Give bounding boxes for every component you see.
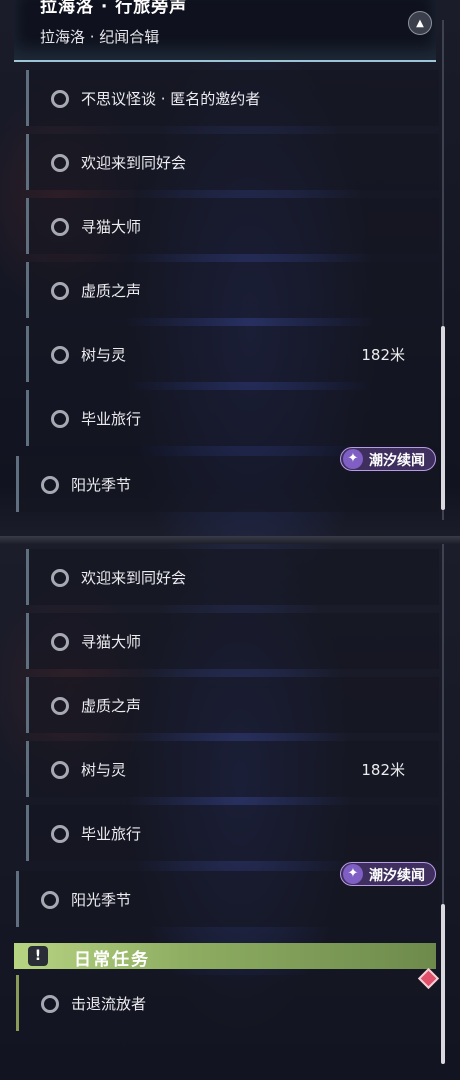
exclamation-icon: ! <box>28 946 48 966</box>
chevron-up-icon: ▲ <box>416 17 424 29</box>
quest-name: 毕业旅行 <box>81 825 142 843</box>
quest-item[interactable]: 毕业旅行 <box>26 390 439 446</box>
quest-status-ring-icon <box>41 891 59 909</box>
quest-item[interactable]: 虚质之声 <box>26 677 439 733</box>
tide-sequel-tag: ✦ 潮汐续闻 <box>340 862 436 886</box>
quest-name: 阳光季节 <box>71 891 132 909</box>
tide-sequel-tag: ✦ 潮汐续闻 <box>340 447 436 471</box>
quest-name: 阳光季节 <box>71 476 132 494</box>
quest-status-ring-icon <box>41 995 59 1013</box>
quest-group-title: 拉海洛 · 行旅旁声 <box>40 0 188 17</box>
quest-item[interactable]: 不思议怪谈 · 匿名的邀约者 <box>26 70 439 126</box>
quest-status-ring-icon <box>51 218 69 236</box>
daily-quest-item[interactable]: 击退流放者 <box>16 975 439 1031</box>
quest-group-subtitle: 拉海洛 · 纪闻合辑 <box>40 28 160 46</box>
quest-status-ring-icon <box>51 761 69 779</box>
spark-icon: ✦ <box>343 449 363 469</box>
quest-group-header[interactable]: 拉海洛 · 行旅旁声 拉海洛 · 纪闻合辑 ▲ <box>14 0 436 62</box>
quest-status-ring-icon <box>51 282 69 300</box>
quest-item[interactable]: 欢迎来到同好会 <box>26 549 439 605</box>
quest-name: 寻猫大师 <box>81 633 142 651</box>
quest-item[interactable]: 树与灵 182米 <box>26 741 439 797</box>
screenshot-divider <box>0 536 460 544</box>
daily-tasks-header[interactable]: ! 日常任务 <box>14 943 436 970</box>
quest-name: 虚质之声 <box>81 697 142 715</box>
quest-item[interactable]: 寻猫大师 <box>26 613 439 669</box>
quest-name: 击退流放者 <box>71 995 147 1013</box>
quest-status-ring-icon <box>51 633 69 651</box>
quest-distance: 182米 <box>361 761 405 779</box>
quest-status-ring-icon <box>51 154 69 172</box>
quest-item[interactable]: 毕业旅行 <box>26 805 439 861</box>
quest-name: 树与灵 <box>81 346 127 364</box>
daily-tasks-title: 日常任务 <box>74 950 150 970</box>
quest-name: 树与灵 <box>81 761 127 779</box>
quest-status-ring-icon <box>51 569 69 587</box>
quest-status-ring-icon <box>41 476 59 494</box>
quest-name: 寻猫大师 <box>81 218 142 236</box>
quest-item[interactable]: 虚质之声 <box>26 262 439 318</box>
quest-item[interactable]: 欢迎来到同好会 <box>26 134 439 190</box>
quest-item[interactable]: 树与灵 182米 <box>26 326 439 382</box>
quest-status-ring-icon <box>51 410 69 428</box>
quest-status-ring-icon <box>51 697 69 715</box>
quest-panel-top: 拉海洛 · 行旅旁声 拉海洛 · 纪闻合辑 ▲ 不思议怪谈 · 匿名的邀约者 欢… <box>0 0 460 536</box>
quest-status-ring-icon <box>51 825 69 843</box>
quest-name: 不思议怪谈 · 匿名的邀约者 <box>81 90 261 108</box>
quest-distance: 182米 <box>361 346 405 364</box>
quest-name: 毕业旅行 <box>81 410 142 428</box>
tag-label: 潮汐续闻 <box>369 868 425 884</box>
scrollbar-thumb[interactable] <box>441 904 445 1064</box>
spark-icon: ✦ <box>343 864 363 884</box>
quest-status-ring-icon <box>51 90 69 108</box>
quest-status-ring-icon <box>51 346 69 364</box>
quest-name: 欢迎来到同好会 <box>81 569 187 587</box>
quest-name: 虚质之声 <box>81 282 142 300</box>
collapse-button[interactable]: ▲ <box>408 11 432 35</box>
quest-item[interactable]: 寻猫大师 <box>26 198 439 254</box>
tag-label: 潮汐续闻 <box>369 453 425 469</box>
scrollbar-thumb[interactable] <box>441 326 445 510</box>
quest-name: 欢迎来到同好会 <box>81 154 187 172</box>
